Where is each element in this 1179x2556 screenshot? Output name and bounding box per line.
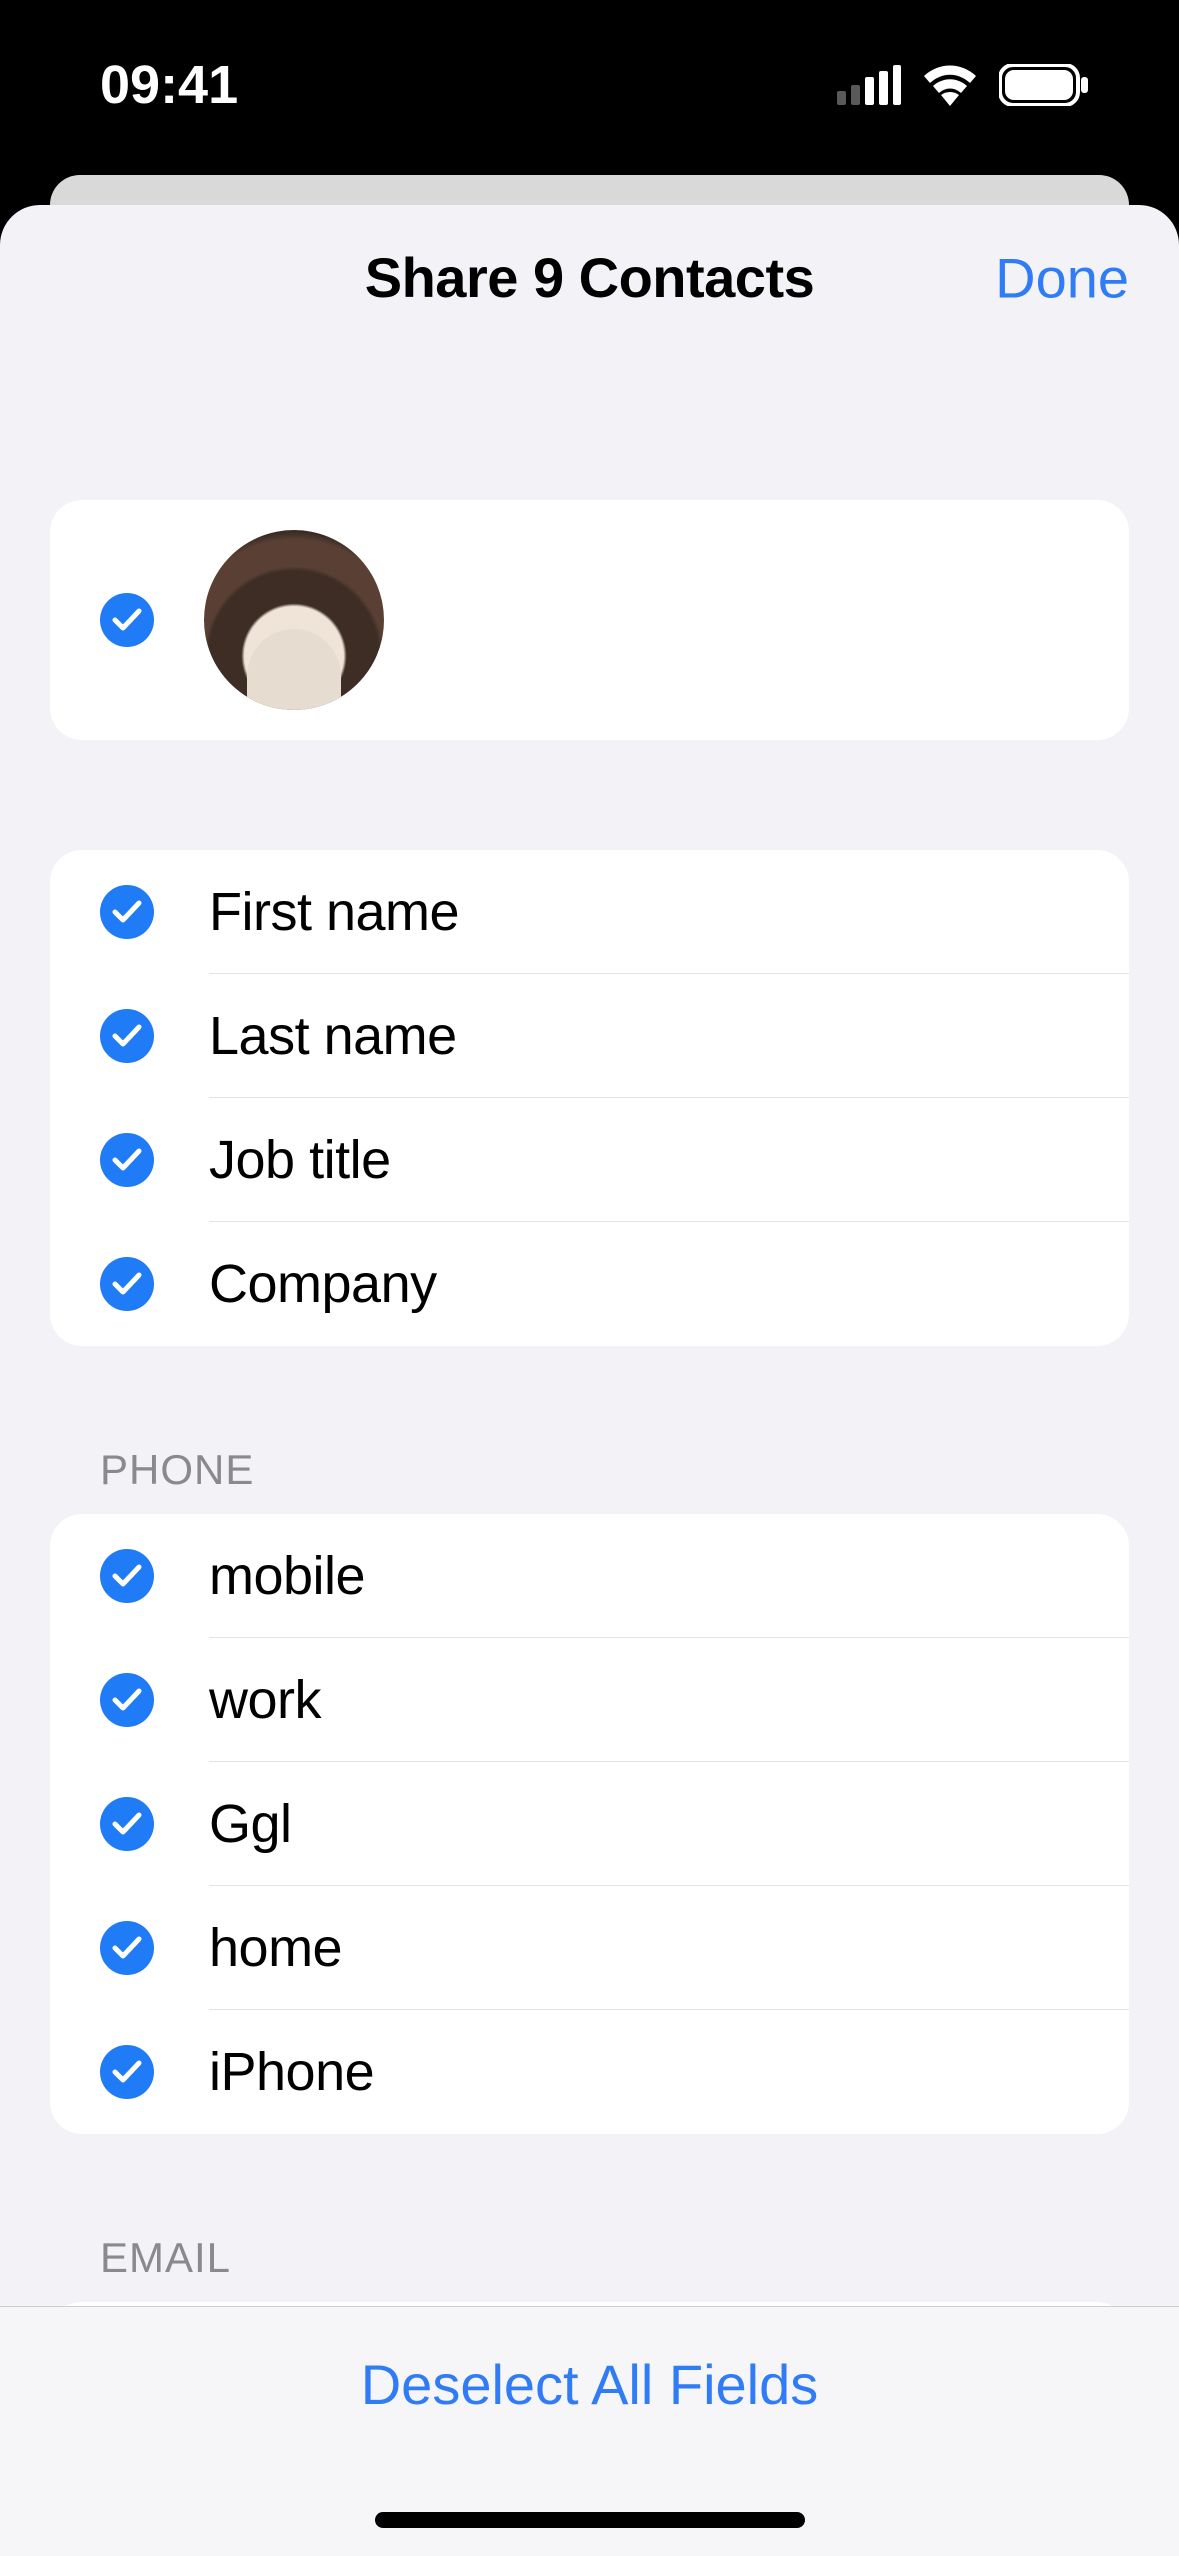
identity-fields-card: First name Last name Job title Company bbox=[50, 850, 1129, 1346]
sheet-header: Share 9 Contacts Done bbox=[0, 205, 1179, 350]
contact-header-row[interactable] bbox=[50, 500, 1129, 740]
checkmark-icon[interactable] bbox=[100, 1009, 154, 1063]
checkmark-icon[interactable] bbox=[100, 1673, 154, 1727]
field-label: Company bbox=[209, 1253, 437, 1315]
checkmark-icon[interactable] bbox=[100, 1133, 154, 1187]
field-label: Ggl bbox=[209, 1793, 292, 1855]
checkmark-icon[interactable] bbox=[100, 1797, 154, 1851]
field-row-phone-work[interactable]: work bbox=[50, 1638, 1129, 1762]
section-header-phone: PHONE bbox=[50, 1446, 1129, 1514]
field-label: Job title bbox=[209, 1129, 391, 1191]
share-sheet: Share 9 Contacts Done First name bbox=[0, 205, 1179, 2556]
field-label: First name bbox=[209, 881, 459, 943]
field-row-phone-iphone[interactable]: iPhone bbox=[50, 2010, 1129, 2134]
field-row-first-name[interactable]: First name bbox=[50, 850, 1129, 974]
fields-scroll-area[interactable]: First name Last name Job title Company P… bbox=[0, 350, 1179, 2556]
field-row-phone-ggl[interactable]: Ggl bbox=[50, 1762, 1129, 1886]
checkmark-icon[interactable] bbox=[100, 1549, 154, 1603]
status-bar: 09:41 bbox=[0, 0, 1179, 170]
field-label: work bbox=[209, 1669, 321, 1731]
checkmark-icon[interactable] bbox=[100, 2045, 154, 2099]
field-label: iPhone bbox=[209, 2041, 374, 2103]
field-label: Last name bbox=[209, 1005, 457, 1067]
bottom-toolbar: Deselect All Fields bbox=[0, 2306, 1179, 2556]
deselect-all-button[interactable]: Deselect All Fields bbox=[361, 2352, 819, 2417]
field-label: mobile bbox=[209, 1545, 365, 1607]
field-row-job-title[interactable]: Job title bbox=[50, 1098, 1129, 1222]
section-header-email: EMAIL bbox=[50, 2234, 1129, 2302]
status-icons bbox=[837, 64, 1089, 106]
contact-avatar bbox=[204, 530, 384, 710]
checkmark-icon[interactable] bbox=[100, 1257, 154, 1311]
sheet-title: Share 9 Contacts bbox=[365, 245, 815, 310]
done-button[interactable]: Done bbox=[995, 245, 1129, 310]
field-row-phone-home[interactable]: home bbox=[50, 1886, 1129, 2010]
field-row-company[interactable]: Company bbox=[50, 1222, 1129, 1346]
field-row-phone-mobile[interactable]: mobile bbox=[50, 1514, 1129, 1638]
home-indicator[interactable] bbox=[375, 2512, 805, 2528]
battery-icon bbox=[999, 64, 1089, 106]
field-label: home bbox=[209, 1917, 342, 1979]
field-row-last-name[interactable]: Last name bbox=[50, 974, 1129, 1098]
checkmark-icon[interactable] bbox=[100, 1921, 154, 1975]
cellular-signal-icon bbox=[837, 65, 901, 105]
phone-fields-card: mobile work Ggl home iPhone bbox=[50, 1514, 1129, 2134]
status-time: 09:41 bbox=[100, 54, 238, 116]
wifi-icon bbox=[921, 64, 979, 106]
checkmark-icon[interactable] bbox=[100, 885, 154, 939]
checkmark-icon[interactable] bbox=[100, 593, 154, 647]
